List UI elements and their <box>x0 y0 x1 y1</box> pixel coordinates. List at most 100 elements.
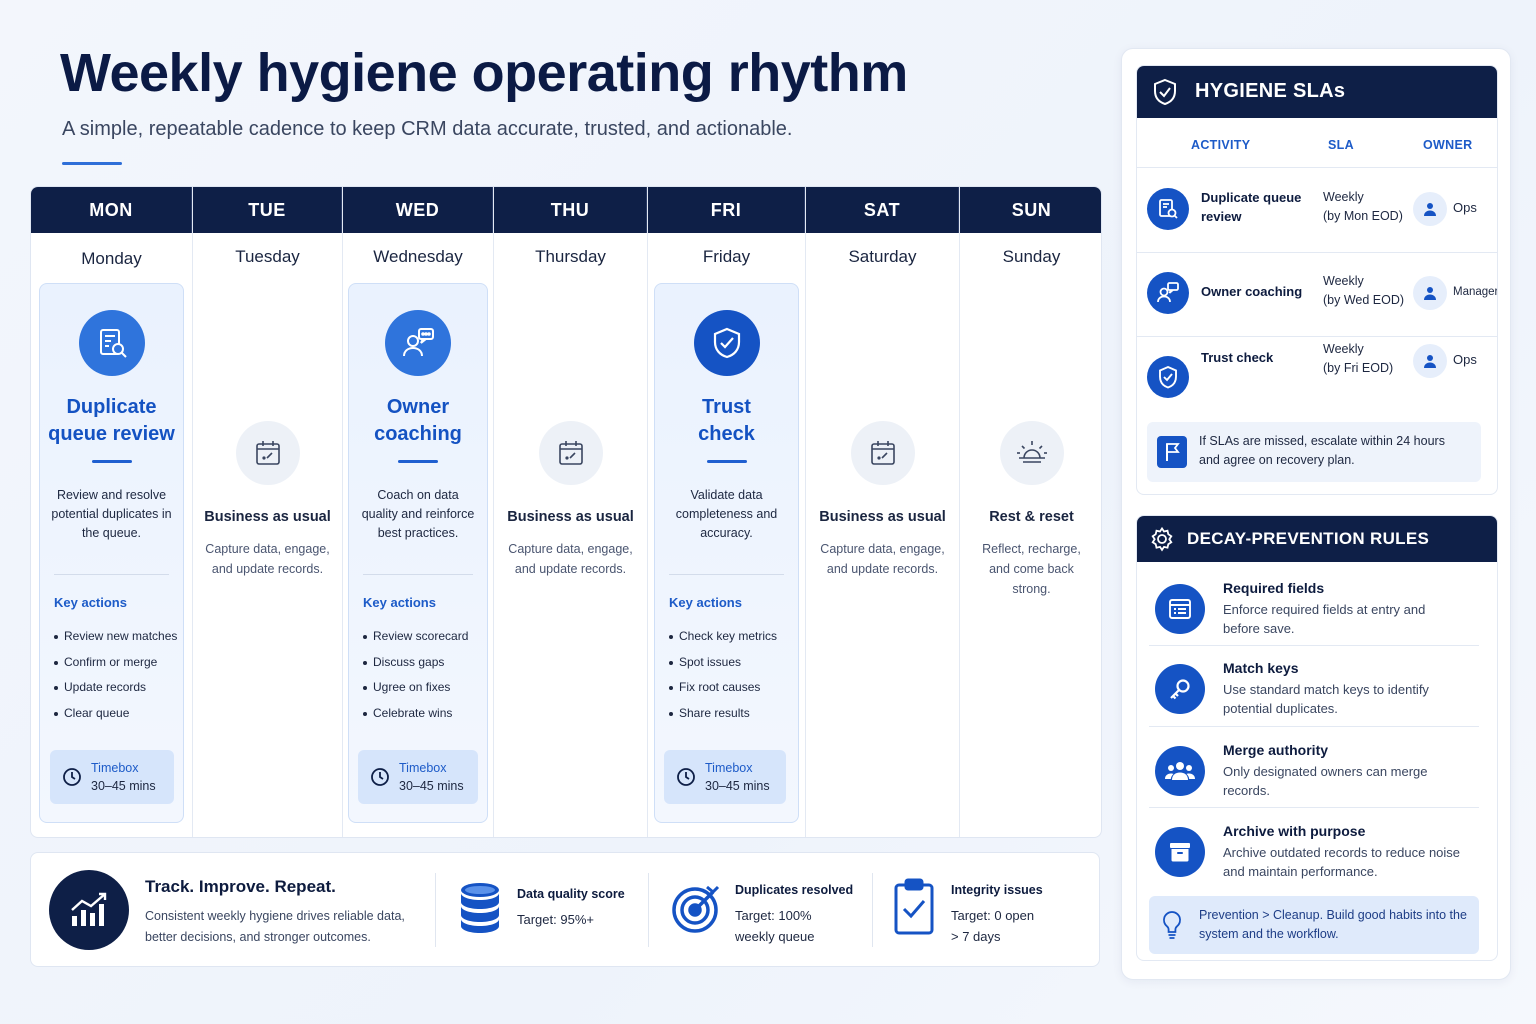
separator <box>363 574 473 575</box>
shield-check-icon <box>1154 78 1176 106</box>
metric-target: Target: 100% weekly queue <box>735 908 815 944</box>
list-item: Ugree on fixes <box>363 675 481 701</box>
timebox-badge: Timebox 30–45 mins <box>664 750 786 804</box>
list-item: Review scorecard <box>363 624 481 650</box>
rule-description: Use standard match keys to identify pote… <box>1223 682 1429 716</box>
clock-icon <box>371 768 389 786</box>
lightbulb-icon <box>1163 911 1181 939</box>
weekly-calendar: MON Monday Duplicate queue review Review … <box>30 186 1102 838</box>
footer-description: Consistent weekly hygiene drives reliabl… <box>145 909 405 944</box>
hygiene-slas-card: HYGIENE SLAs ACTIVITY SLA OWNER Duplicat… <box>1136 65 1498 495</box>
calendar-icon <box>538 421 603 485</box>
database-icon <box>461 883 499 933</box>
bau-title: Business as usual <box>204 509 331 525</box>
day-abbr: THU <box>494 187 647 233</box>
day-abbr: WED <box>343 187 493 233</box>
target-icon <box>672 885 720 933</box>
divider <box>872 873 873 947</box>
list-item: Update records <box>54 675 177 701</box>
clock-icon <box>63 768 81 786</box>
rule-description: Enforce required fields at entry and bef… <box>1223 602 1426 636</box>
metrics-footer: Track. Improve. Repeat. Consistent weekl… <box>30 852 1100 967</box>
timebox-badge: Timebox 30–45 mins <box>358 750 478 804</box>
rule-item-merge-authority: Merge authority Only designated owners c… <box>1149 730 1479 810</box>
prevention-text: Prevention > Cleanup. Build good habits … <box>1199 908 1467 941</box>
rule-description: Archive outdated records to reduce noise… <box>1223 845 1461 879</box>
day-column-wednesday: WED Wednesday Owner coaching Coach on dat… <box>343 187 494 837</box>
column-header-sla: SLA <box>1328 138 1354 152</box>
list-item: Spot issues <box>669 650 792 676</box>
sla-owner: Ops <box>1453 200 1477 215</box>
separator <box>1149 726 1479 727</box>
sla-owner: Manager <box>1453 286 1498 298</box>
key-actions-list: Review new matches Confirm or merge Upda… <box>54 624 177 727</box>
document-search-icon <box>1147 188 1189 230</box>
day-column-tuesday: TUE Tuesday Business as usual Capture da… <box>193 187 343 837</box>
list-item: Fix root causes <box>669 675 792 701</box>
day-name: Sunday <box>1002 247 1061 266</box>
activity-divider <box>706 460 747 463</box>
day-name: Saturday <box>848 247 917 266</box>
sla-activity: Trust check <box>1201 350 1274 365</box>
day-column-thursday: THU Thursday Business as usual Capture d… <box>494 187 648 837</box>
list-item: Discuss gaps <box>363 650 481 676</box>
rule-item-match-keys: Match keys Use standard match keys to id… <box>1149 648 1479 728</box>
key-actions-label: Key actions <box>54 595 127 610</box>
calendar-icon <box>235 421 300 485</box>
activity-description: Review and resolve potential duplicates … <box>51 488 172 540</box>
day-abbr: SAT <box>806 187 959 233</box>
day-abbr: TUE <box>193 187 342 233</box>
divider <box>648 873 649 947</box>
document-search-icon <box>78 310 145 376</box>
flag-icon <box>1157 436 1187 468</box>
key-actions-list: Review scorecard Discuss gaps Ugree on f… <box>363 624 481 727</box>
sunrise-icon <box>999 421 1064 485</box>
list-item: Check key metrics <box>669 624 792 650</box>
day-name: Thursday <box>535 247 606 266</box>
divider <box>435 873 436 947</box>
list-item: Share results <box>669 701 792 727</box>
bau-description: Reflect, recharge, and come back strong. <box>982 542 1081 596</box>
day-column-saturday: SAT Saturday Business as usual Capture d… <box>806 187 960 837</box>
bau-description: Capture data, engage, and update records… <box>820 542 945 576</box>
footer-title: Track. Improve. Repeat. <box>145 877 336 896</box>
activity-card-trust-check[interactable]: Trust check Validate data completeness an… <box>654 283 799 823</box>
sla-activity: Duplicate queue review <box>1201 190 1302 224</box>
decay-title: DECAY-PREVENTION RULES <box>1187 529 1430 548</box>
list-item: Clear queue <box>54 701 177 727</box>
rule-title: Match keys <box>1223 660 1299 676</box>
activity-title: Trust check <box>698 396 755 445</box>
day-name: Wednesday <box>373 247 463 266</box>
coaching-icon <box>385 310 451 376</box>
activity-card-duplicate-review[interactable]: Duplicate queue review Review and resolve… <box>39 283 184 823</box>
clock-icon <box>677 768 695 786</box>
separator <box>54 574 169 575</box>
sla-header: HYGIENE SLAs <box>1137 66 1497 118</box>
table-row: Duplicate queue review Weekly (by Mon EOD)… <box>1137 168 1497 252</box>
rule-description: Only designated owners can merge records… <box>1223 764 1428 798</box>
separator <box>1149 645 1479 646</box>
activity-title: Owner coaching <box>374 396 462 445</box>
sla-title: HYGIENE SLAs <box>1195 80 1346 102</box>
sla-value: Weekly (by Mon EOD) <box>1323 190 1403 223</box>
user-icon <box>1413 192 1447 226</box>
calendar-icon <box>850 421 915 485</box>
metric-label: Integrity issues <box>951 883 1043 897</box>
activity-card-owner-coaching[interactable]: Owner coaching Coach on data quality and … <box>348 283 488 823</box>
list-item: Celebrate wins <box>363 701 481 727</box>
day-abbr: FRI <box>648 187 805 233</box>
archive-icon <box>1155 827 1205 877</box>
timebox-badge: Timebox 30–45 mins <box>50 750 174 804</box>
users-icon <box>1155 746 1205 796</box>
column-header-activity: ACTIVITY <box>1191 138 1251 152</box>
activity-divider <box>398 460 438 463</box>
sla-value: Weekly (by Fri EOD) <box>1323 342 1394 375</box>
metric-target: Target: 95%+ <box>517 912 594 927</box>
page-title: Weekly hygiene operating rhythm <box>60 43 908 103</box>
bau-description: Capture data, engage, and update records… <box>205 542 330 576</box>
day-name: Tuesday <box>235 247 300 266</box>
day-abbr: SUN <box>1011 200 1052 220</box>
bau-title: Rest & reset <box>989 509 1074 525</box>
sla-value: Weekly (by Wed EOD) <box>1323 274 1405 307</box>
bau-title: Business as usual <box>819 509 946 525</box>
